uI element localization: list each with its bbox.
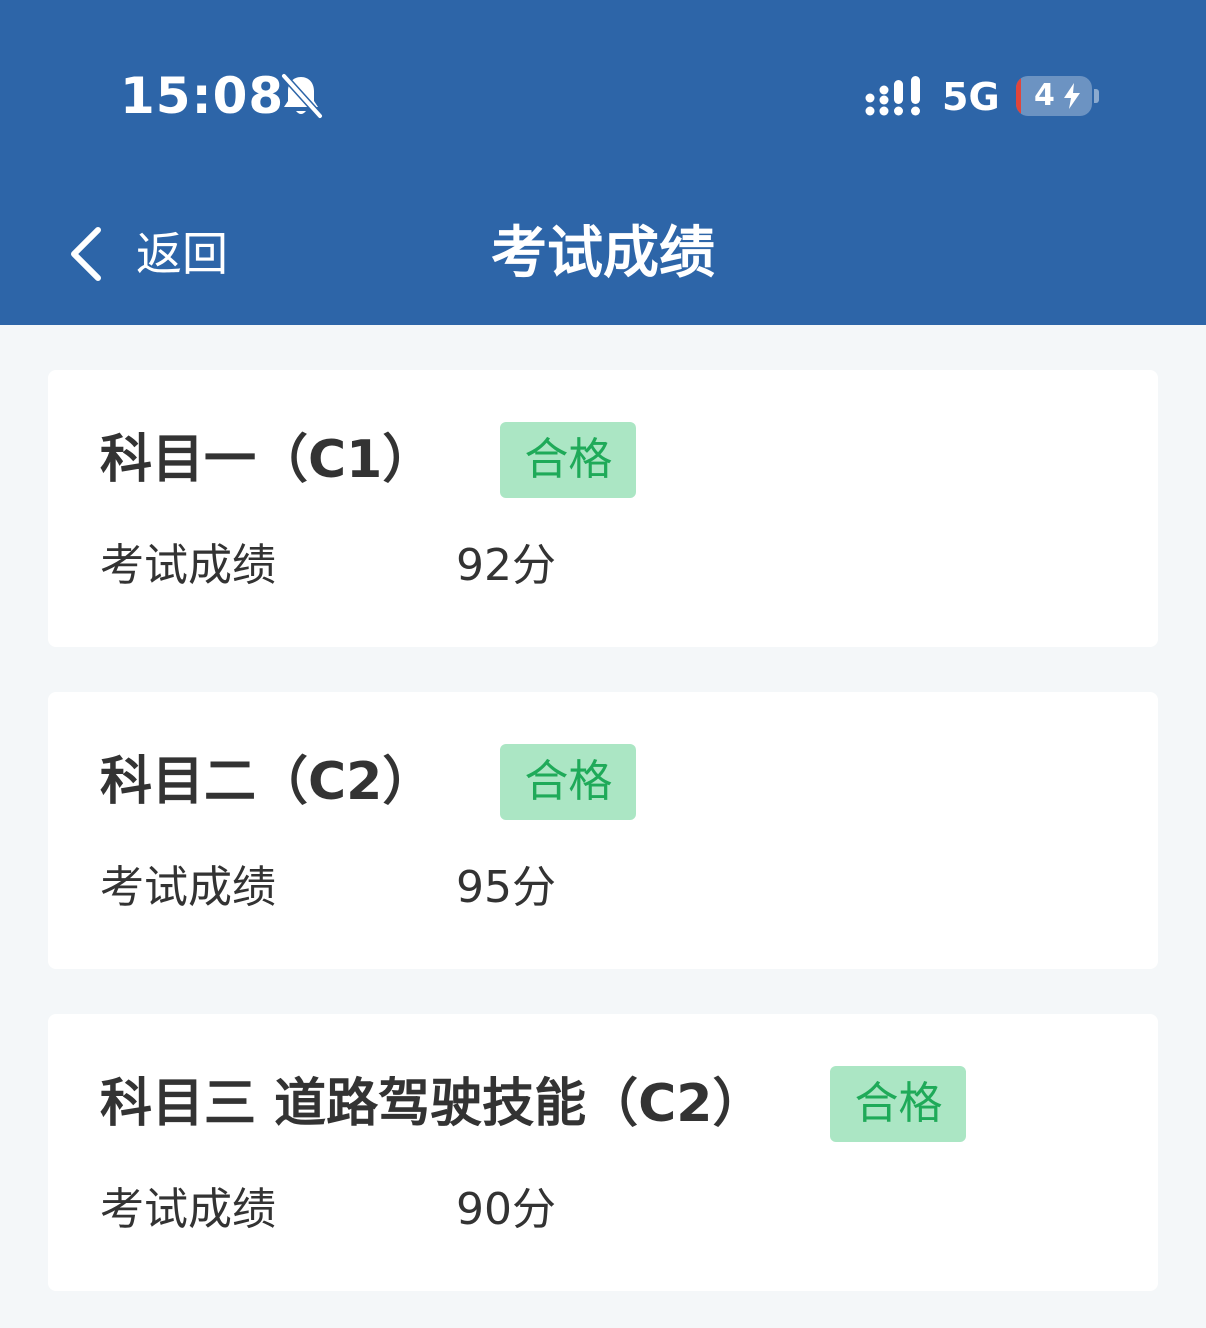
page-title: 考试成绩 [491, 221, 715, 286]
card-title-row: 科目一（C1） 合格 [100, 422, 637, 498]
result-card-subject-3: 科目三 道路驾驶技能（C2） 合格 考试成绩 90分 [48, 1014, 1158, 1291]
pass-badge: 合格 [830, 1066, 967, 1142]
battery-percent: 4 [1034, 78, 1055, 113]
network-type: 5G [942, 75, 1000, 119]
card-title-row: 科目二（C2） 合格 [100, 744, 637, 820]
card-title-row: 科目三 道路驾驶技能（C2） 合格 [100, 1066, 967, 1142]
score-value: 92分 [456, 540, 556, 591]
bell-muted-icon [280, 72, 324, 120]
score-value: 90分 [456, 1184, 556, 1235]
score-label: 考试成绩 [100, 540, 276, 591]
pass-badge: 合格 [500, 744, 637, 820]
score-label: 考试成绩 [100, 1184, 276, 1235]
subject-title: 科目一（C1） [100, 430, 435, 490]
result-card-subject-1: 科目一（C1） 合格 考试成绩 92分 [48, 370, 1158, 647]
battery-level-fill [1016, 76, 1021, 116]
pass-badge: 合格 [500, 422, 637, 498]
score-row: 考试成绩 90分 [100, 1178, 556, 1242]
result-card-subject-2: 科目二（C2） 合格 考试成绩 95分 [48, 692, 1158, 969]
top-bar: 15:08 5G 4 返回 考试成绩 [0, 0, 1206, 325]
score-row: 考试成绩 92分 [100, 534, 556, 598]
battery-body: 4 [1016, 76, 1092, 116]
signal-strength-icon [865, 76, 920, 116]
battery-indicator: 4 [1016, 76, 1100, 116]
subject-title: 科目三 道路驾驶技能（C2） [100, 1074, 765, 1134]
subject-title: 科目二（C2） [100, 752, 435, 812]
status-time: 15:08 [120, 67, 285, 125]
battery-cap [1094, 89, 1099, 103]
score-row: 考试成绩 95分 [100, 856, 556, 920]
score-value: 95分 [456, 862, 556, 913]
charging-bolt-icon [1064, 83, 1080, 109]
score-label: 考试成绩 [100, 862, 276, 913]
